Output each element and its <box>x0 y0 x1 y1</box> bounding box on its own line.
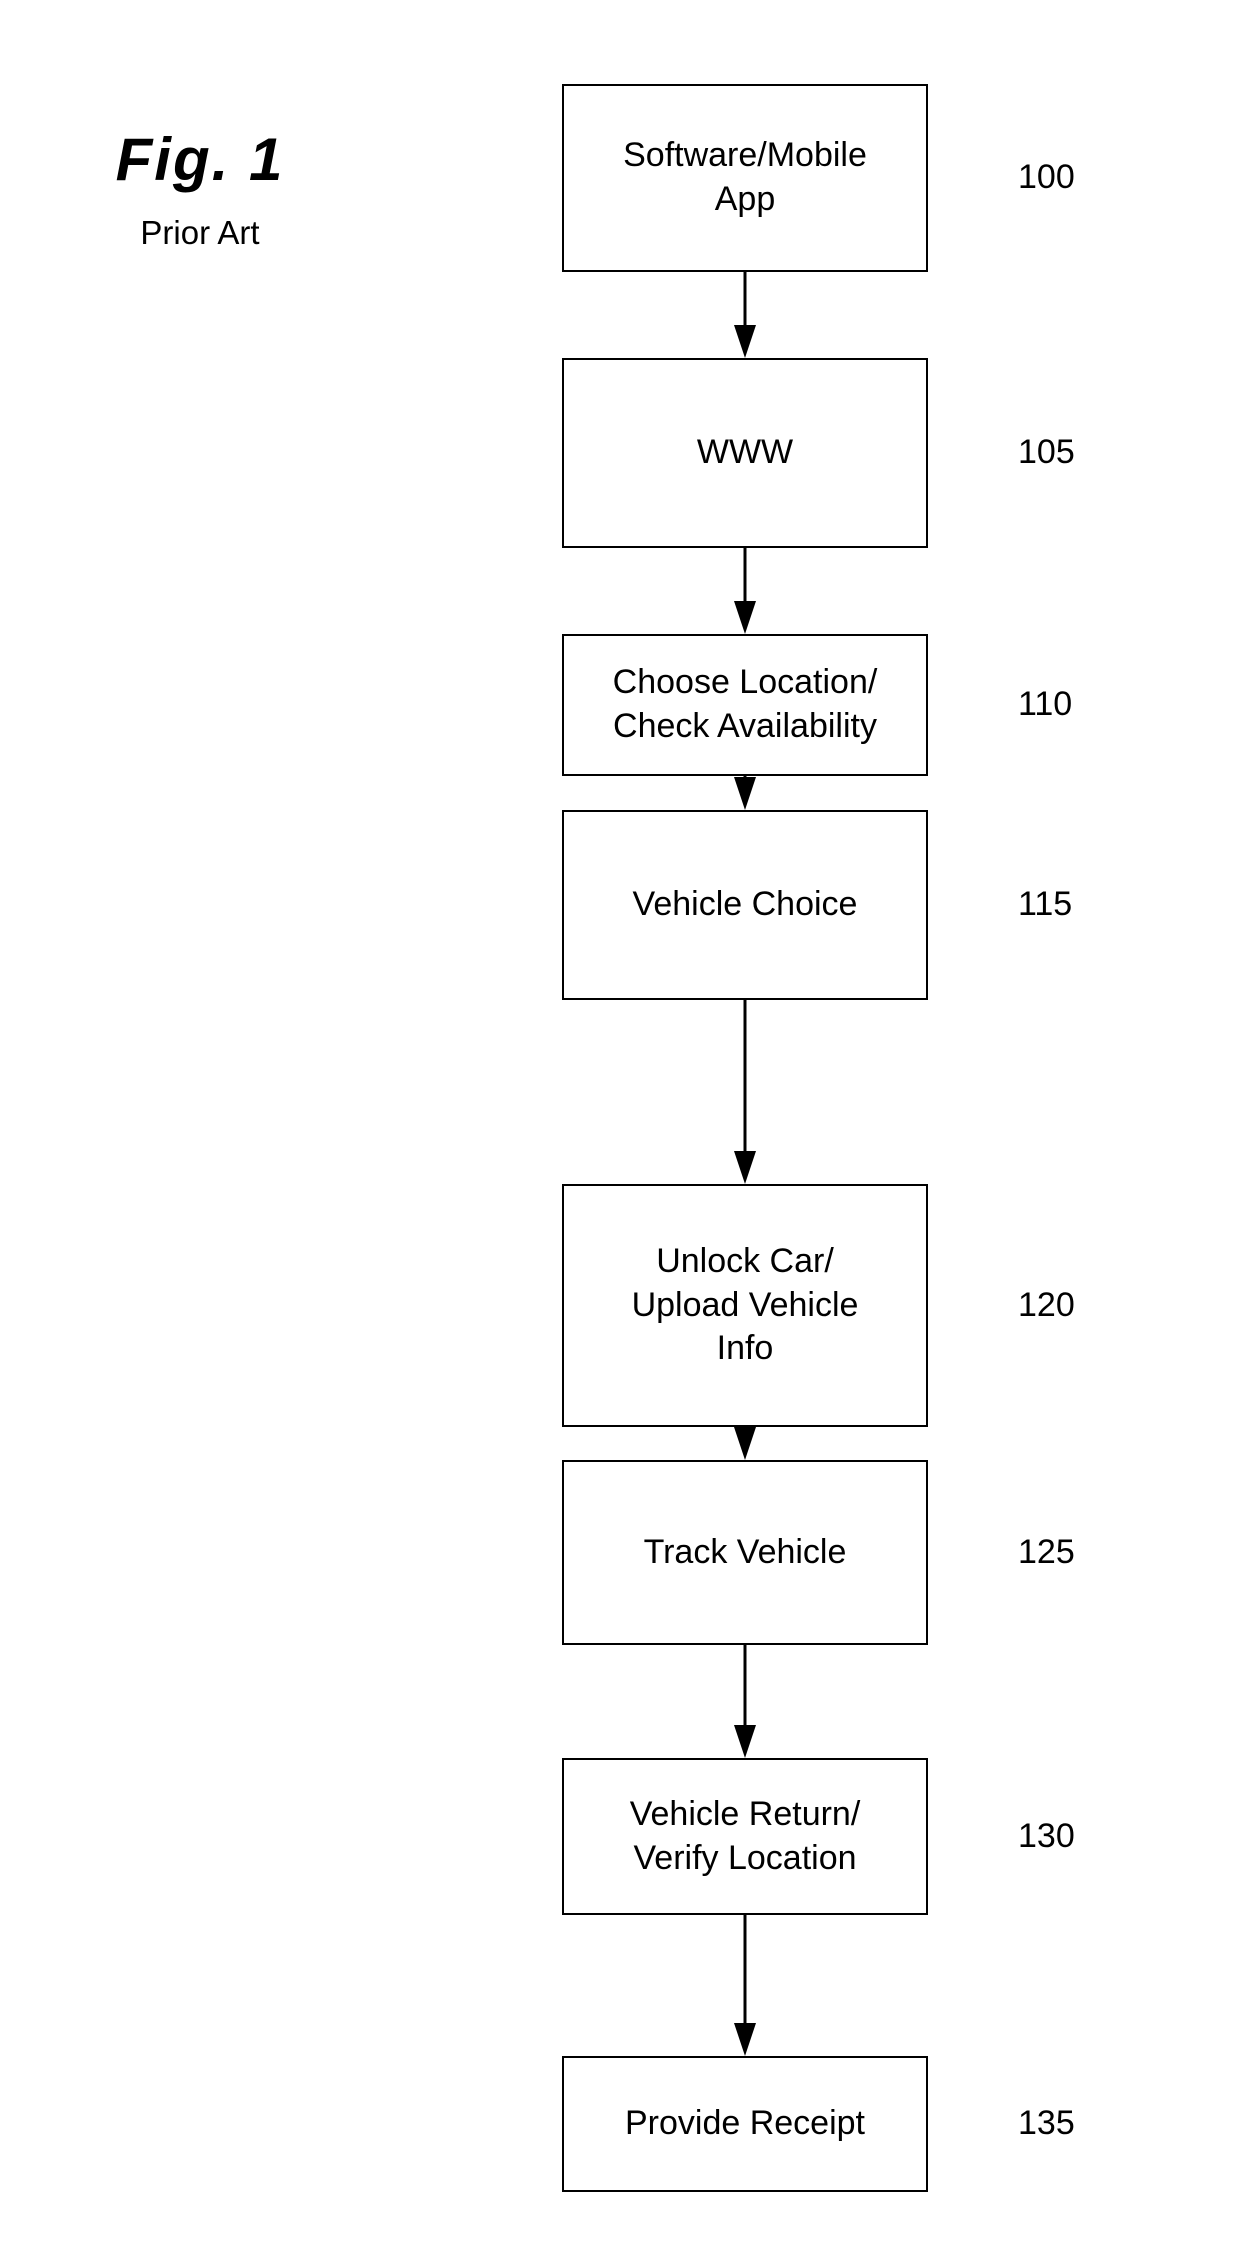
flow-node-105: WWW <box>562 358 928 548</box>
figure-caption: Fig. 1 Prior Art <box>0 126 400 251</box>
flow-connector-100-to-105 <box>562 272 930 358</box>
flow-node-label: Vehicle Choice <box>632 885 858 924</box>
figure-title: Fig. 1 <box>115 126 285 193</box>
flow-node-label: WWW <box>696 433 794 472</box>
reference-numeral-125: 125 <box>1018 1532 1075 1571</box>
flow-node-label: Choose Location/ Check Availability <box>612 663 878 745</box>
flow-node-label: Vehicle Return/ Verify Location <box>629 1794 861 1877</box>
reference-numeral-130: 130 <box>1018 1816 1075 1855</box>
flow-connector-120-to-125 <box>562 1427 930 1460</box>
flow-node-label: Provide Receipt <box>624 2104 865 2143</box>
flow-connector-125-to-130 <box>562 1645 930 1758</box>
flow-node-110: Choose Location/ Check Availability <box>562 634 928 776</box>
flow-connector-115-to-120 <box>562 1000 930 1184</box>
flow-node-120: Unlock Car/ Upload Vehicle Info <box>562 1184 928 1427</box>
flow-connector-110-to-115 <box>562 776 930 810</box>
flow-node-125: Track Vehicle <box>562 1460 928 1645</box>
flow-connector-130-to-135 <box>562 1915 930 2056</box>
patent-figure-page: Fig. 1 Prior Art Software/Mobile App WWW C… <box>0 0 1240 2256</box>
reference-numeral-105: 105 <box>1018 433 1075 471</box>
reference-numeral-120: 120 <box>1018 1285 1075 1324</box>
flow-connector-105-to-110 <box>562 548 930 634</box>
flow-node-label: Unlock Car/ Upload Vehicle Info <box>631 1242 859 1368</box>
flow-node-label: Software/Mobile App <box>623 136 867 218</box>
flow-node-100: Software/Mobile App <box>562 84 928 272</box>
flow-node-135: Provide Receipt <box>562 2056 928 2192</box>
flow-node-label: Track Vehicle <box>643 1532 847 1571</box>
reference-numeral-135: 135 <box>1018 2104 1075 2142</box>
flow-node-130: Vehicle Return/ Verify Location <box>562 1758 928 1915</box>
figure-subtitle: Prior Art <box>140 214 260 251</box>
flow-node-115: Vehicle Choice <box>562 810 928 1000</box>
reference-numeral-115: 115 <box>1018 885 1073 923</box>
reference-numeral-110: 110 <box>1018 685 1073 723</box>
reference-numeral-100: 100 <box>1018 158 1075 196</box>
